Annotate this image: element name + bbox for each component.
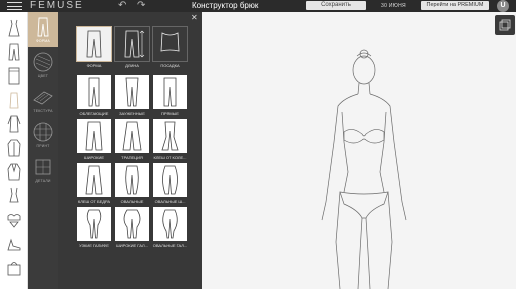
category-sidebar xyxy=(0,12,28,289)
coat-icon[interactable] xyxy=(3,162,25,182)
shape-icon xyxy=(37,17,49,37)
undo-icon[interactable]: ↶ xyxy=(118,0,126,12)
option-flare-knee[interactable]: КЛЕШ ОТ КОЛЕ... xyxy=(153,119,187,162)
app-logo[interactable]: FEMUSE xyxy=(30,0,84,12)
shoe-icon[interactable] xyxy=(3,234,25,254)
tool-shape[interactable]: ФОРМА xyxy=(28,12,58,47)
jacket-icon[interactable] xyxy=(3,138,25,158)
user-avatar[interactable]: U xyxy=(497,0,509,12)
option-caption: ШИРОКИЕ ГАЛ... xyxy=(116,243,148,248)
option-oval[interactable]: ОВАЛЬНЫЕ xyxy=(115,163,149,206)
top-bar: FEMUSE ↶ ↷ Конструктор брюк Сохранить 30… xyxy=(0,0,516,12)
option-caption: ЗАУЖЕННЫЕ xyxy=(119,111,145,116)
option-caption: УЗКИЕ ГАЛИФЕ xyxy=(79,243,109,248)
tool-label: ДЕТАЛИ xyxy=(35,179,51,183)
option-trapeze[interactable]: ТРАПЕЦИЯ xyxy=(115,119,149,162)
premium-button[interactable]: Перейти на PREMIUM xyxy=(421,1,489,10)
swimsuit-icon[interactable] xyxy=(3,186,25,206)
option-caption: ПРЯМЫЕ xyxy=(161,111,179,116)
option-caption: ПОСАДКА xyxy=(160,63,180,68)
option-caption: ШИРОКИЕ xyxy=(83,155,105,160)
print-icon xyxy=(33,122,53,142)
option-caption: КЛЕШ ОТ КОЛЕ... xyxy=(153,155,187,160)
skirt-icon[interactable] xyxy=(3,66,25,86)
option-caption: ОВАЛЬНЫЕ ГАЛ... xyxy=(152,243,188,248)
texture-icon xyxy=(33,91,53,105)
details-icon xyxy=(35,159,51,175)
option-tapered[interactable]: ЗАУЖЕННЫЕ xyxy=(115,75,149,118)
option-caption: ТРАПЕЦИЯ xyxy=(121,155,143,160)
option-oval-jodhpurs[interactable]: ОВАЛЬНЫЕ ГАЛ... xyxy=(153,207,187,250)
tool-label: ПРИНТ xyxy=(36,144,50,148)
close-icon[interactable]: ✕ xyxy=(191,14,198,22)
option-shape[interactable]: ФОРМА xyxy=(76,26,112,70)
tool-label: ЦВЕТ xyxy=(37,74,49,78)
option-caption: ОВАЛЬНЫЕ Ш... xyxy=(154,199,186,204)
bag-icon[interactable] xyxy=(3,258,25,278)
redo-icon[interactable]: ↷ xyxy=(137,0,145,12)
save-button[interactable]: Сохранить xyxy=(306,1,366,10)
option-caption: ОБЛЕГАЮЩИЕ xyxy=(79,111,109,116)
option-caption: ДЛИНА xyxy=(125,63,139,68)
shirt-icon[interactable] xyxy=(3,114,25,134)
option-wide[interactable]: ШИРОКИЕ xyxy=(77,119,111,162)
option-length[interactable]: ДЛИНА xyxy=(114,26,150,70)
color-icon xyxy=(33,52,53,72)
tool-label: ТЕКСТУРА xyxy=(33,109,53,113)
lingerie-icon[interactable] xyxy=(3,210,25,230)
page-title: Конструктор брюк xyxy=(192,1,259,10)
option-wide-jodhpurs[interactable]: ШИРОКИЕ ГАЛ... xyxy=(115,207,149,250)
option-straight[interactable]: ПРЯМЫЕ xyxy=(153,75,187,118)
tool-label: ФОРМА xyxy=(36,39,50,43)
option-caption: КЛЕШ ОТ БЕДРА xyxy=(77,199,111,204)
mannequin-figure xyxy=(321,49,407,289)
option-oval-wide[interactable]: ОВАЛЬНЫЕ Ш... xyxy=(153,163,187,206)
dress-icon[interactable] xyxy=(3,18,25,38)
menu-icon[interactable] xyxy=(7,2,22,10)
option-caption: ФОРМА xyxy=(86,63,102,68)
date-label: 30 ИЮНЯ xyxy=(381,3,406,9)
tool-print[interactable]: ПРИНТ xyxy=(28,117,58,152)
tool-panel: ФОРМА ЦВЕТ ТЕКСТУРА ПРИНТ ДЕТАЛИ xyxy=(28,12,58,289)
option-narrow-jodhpurs[interactable]: УЗКИЕ ГАЛИФЕ xyxy=(77,207,111,250)
top-icon[interactable] xyxy=(3,90,25,110)
option-fit[interactable]: ПОСАДКА xyxy=(152,26,188,70)
option-caption: ОВАЛЬНЫЕ xyxy=(120,199,144,204)
option-flare-hip[interactable]: КЛЕШ ОТ БЕДРА xyxy=(77,163,111,206)
tool-details[interactable]: ДЕТАЛИ xyxy=(28,152,58,187)
trousers-icon[interactable] xyxy=(3,42,25,62)
tool-color[interactable]: ЦВЕТ xyxy=(28,47,58,82)
layers-icon[interactable] xyxy=(495,15,515,35)
tool-texture[interactable]: ТЕКСТУРА xyxy=(28,82,58,117)
option-tight[interactable]: ОБЛЕГАЮЩИЕ xyxy=(77,75,111,118)
